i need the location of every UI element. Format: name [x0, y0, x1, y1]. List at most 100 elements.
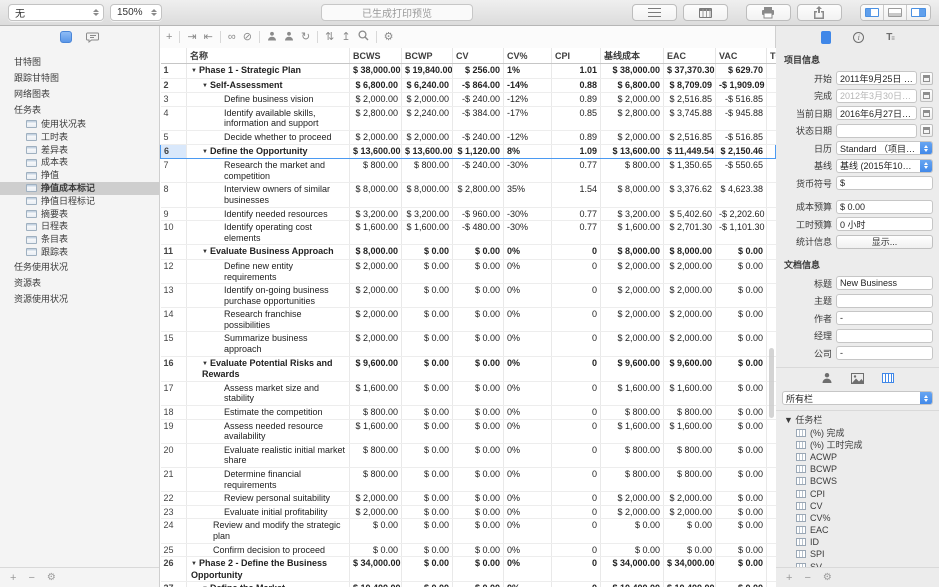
baseline-cost-cell[interactable]: $ 2,000.00 [601, 308, 664, 332]
print-button[interactable] [746, 4, 791, 21]
column-item-EAC[interactable]: EAC [776, 524, 939, 536]
row-number-cell[interactable]: 20 [161, 443, 187, 467]
baseline-cost-cell[interactable]: $ 2,000.00 [601, 130, 664, 144]
unassign-resource-icon[interactable] [284, 31, 294, 44]
bcwp-cell[interactable]: $ 0.00 [402, 505, 453, 519]
tcpi-cell[interactable] [767, 284, 776, 308]
column-item-SPI[interactable]: SPI [776, 548, 939, 560]
task-name-cell[interactable]: Interview owners of similar businesses [187, 183, 350, 207]
cv-cell[interactable]: -$ 864.00 [453, 78, 504, 93]
tcpi-cell[interactable] [767, 221, 776, 245]
row-number-cell[interactable]: 5 [161, 130, 187, 144]
cv-cell[interactable]: $ 0.00 [453, 419, 504, 443]
column-header-VAC[interactable]: VAC [716, 48, 767, 64]
disclosure-triangle-icon[interactable]: ▼ [191, 559, 197, 570]
bcws-cell[interactable]: $ 2,000.00 [350, 505, 402, 519]
task-name-cell[interactable]: Identify needed resources [187, 207, 350, 221]
sidebar-item-跟踪甘特图[interactable]: 跟踪甘特图 [0, 70, 159, 86]
cv-pct-cell[interactable]: 0% [504, 557, 552, 582]
column-item-(%) 完成[interactable]: (%) 完成 [776, 427, 939, 439]
row-number-cell[interactable]: 17 [161, 381, 187, 405]
cv-pct-cell[interactable]: -30% [504, 221, 552, 245]
row-number-cell[interactable]: 19 [161, 419, 187, 443]
input-作者[interactable]: - [836, 311, 933, 325]
cv-cell[interactable]: -$ 384.00 [453, 106, 504, 130]
cv-cell[interactable]: $ 0.00 [453, 308, 504, 332]
vac-cell[interactable]: -$ 516.85 [716, 130, 767, 144]
cpi-cell[interactable]: 0 [552, 492, 601, 506]
vac-cell[interactable]: $ 0.00 [716, 557, 767, 582]
cv-cell[interactable]: $ 0.00 [453, 245, 504, 260]
tcpi-cell[interactable] [767, 443, 776, 467]
cv-cell[interactable]: $ 0.00 [453, 557, 504, 582]
cpi-cell[interactable]: 0.77 [552, 207, 601, 221]
cpi-cell[interactable]: 0 [552, 419, 601, 443]
cv-pct-cell[interactable]: 8% [504, 144, 552, 159]
task-name-cell[interactable]: Estimate the competition [187, 406, 350, 420]
cv-cell[interactable]: $ 0.00 [453, 543, 504, 557]
cv-pct-cell[interactable]: 0% [504, 492, 552, 506]
input-成本预算[interactable]: $ 0.00 [836, 200, 933, 214]
row-number-cell[interactable]: 10 [161, 221, 187, 245]
vac-cell[interactable]: $ 0.00 [716, 245, 767, 260]
vac-cell[interactable]: $ 0.00 [716, 356, 767, 381]
cv-pct-cell[interactable]: 0% [504, 505, 552, 519]
column-header-TCPI[interactable]: TCPI [767, 48, 776, 64]
column-item-(%) 工时完成[interactable]: (%) 工时完成 [776, 439, 939, 451]
baseline-cost-cell[interactable]: $ 1,600.00 [601, 221, 664, 245]
sidebar-item-使用状况表[interactable]: 使用状况表 [0, 118, 159, 131]
bcwp-cell[interactable]: $ 0.00 [402, 284, 453, 308]
vac-cell[interactable]: -$ 516.85 [716, 93, 767, 107]
vac-cell[interactable]: $ 0.00 [716, 332, 767, 356]
baseline-cost-cell[interactable]: $ 800.00 [601, 468, 664, 492]
bcws-cell[interactable]: $ 2,000.00 [350, 308, 402, 332]
cpi-cell[interactable]: 0 [552, 356, 601, 381]
vac-cell[interactable]: $ 629.70 [716, 64, 767, 79]
column-header-EAC[interactable]: EAC [664, 48, 716, 64]
bcwp-cell[interactable]: $ 800.00 [402, 159, 453, 183]
column-header-CV%[interactable]: CV% [504, 48, 552, 64]
task-name-cell[interactable]: Assess market size and stability [187, 381, 350, 405]
bcwp-cell[interactable]: $ 2,240.00 [402, 106, 453, 130]
filter-dropdown[interactable]: 无 [8, 4, 104, 21]
cv-cell[interactable]: $ 2,800.00 [453, 183, 504, 207]
vac-cell[interactable]: $ 0.00 [716, 308, 767, 332]
cv-cell[interactable]: $ 0.00 [453, 519, 504, 543]
bcws-cell[interactable]: $ 6,800.00 [350, 78, 402, 93]
select-基线[interactable]: 基线 (2015年10月13日 下午1:… [836, 159, 933, 173]
search-icon[interactable] [358, 30, 369, 44]
view-settings-button[interactable]: ⚙ [47, 572, 56, 583]
row-number-cell[interactable]: 21 [161, 468, 187, 492]
cpi-cell[interactable]: 0 [552, 259, 601, 283]
toggle-bottom-panel-button[interactable] [884, 5, 907, 20]
baseline-cost-cell[interactable]: $ 6,800.00 [601, 78, 664, 93]
baseline-cost-cell[interactable]: $ 2,000.00 [601, 259, 664, 283]
vac-cell[interactable]: $ 0.00 [716, 519, 767, 543]
input-开始[interactable]: 2011年9月25日 上午8:00 [836, 71, 917, 85]
tcpi-cell[interactable] [767, 144, 776, 159]
bcws-cell[interactable]: $ 2,000.00 [350, 93, 402, 107]
baseline-cost-cell[interactable]: $ 3,200.00 [601, 207, 664, 221]
row-number-cell[interactable]: 6 [161, 144, 187, 159]
cv-pct-cell[interactable]: 35% [504, 183, 552, 207]
bcws-cell[interactable]: $ 800.00 [350, 443, 402, 467]
baseline-cost-cell[interactable]: $ 8,000.00 [601, 245, 664, 260]
row-number-cell[interactable]: 26 [161, 557, 187, 582]
vac-cell[interactable]: $ 4,623.38 [716, 183, 767, 207]
input-主题[interactable] [836, 294, 933, 308]
task-name-cell[interactable]: ▼Self-Assessment [187, 78, 350, 93]
calendar-button[interactable] [920, 107, 933, 120]
column-header-BCWS[interactable]: BCWS [350, 48, 402, 64]
vac-cell[interactable]: $ 2,150.46 [716, 144, 767, 159]
cv-cell[interactable]: $ 0.00 [453, 443, 504, 467]
row-number-cell[interactable]: 25 [161, 543, 187, 557]
bcwp-cell[interactable]: $ 0.00 [402, 406, 453, 420]
link-icon[interactable]: ∞ [228, 32, 236, 43]
cv-cell[interactable]: -$ 240.00 [453, 159, 504, 183]
vac-cell[interactable]: $ 0.00 [716, 381, 767, 405]
baseline-cost-cell[interactable]: $ 8,000.00 [601, 183, 664, 207]
input-工时预算[interactable]: 0 小时 [836, 217, 933, 231]
task-name-cell[interactable]: ▼Phase 2 - Define the Business Opportuni… [187, 557, 350, 582]
row-number-cell[interactable]: 4 [161, 106, 187, 130]
task-name-cell[interactable]: ▼Phase 1 - Strategic Plan [187, 64, 350, 79]
